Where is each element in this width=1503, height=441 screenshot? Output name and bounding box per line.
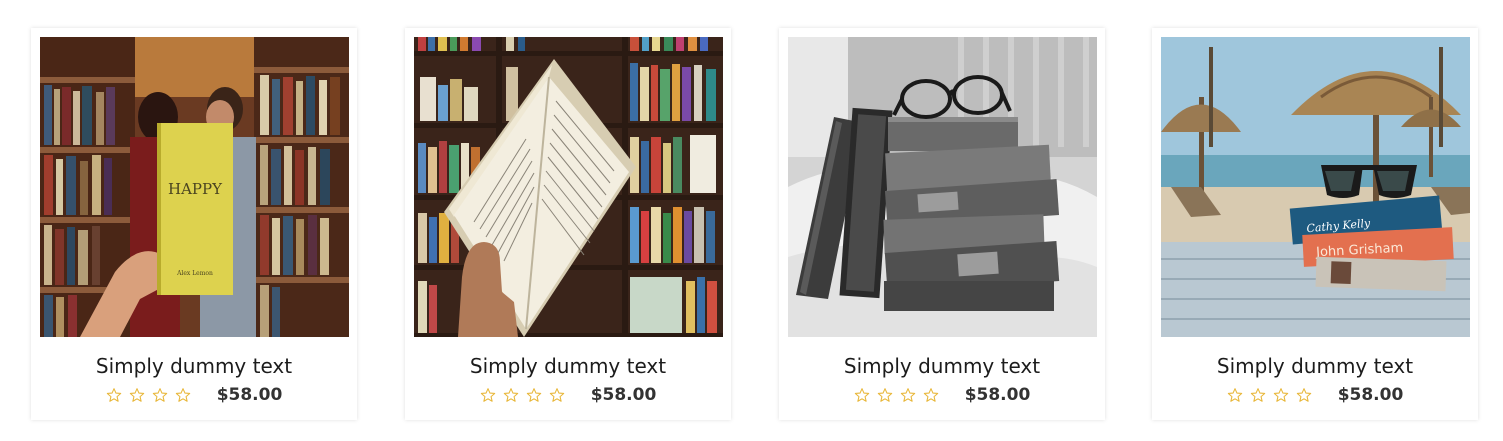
product-price: $58.00 [216,385,283,405]
star-outline-icon[interactable] [900,387,916,403]
product-title[interactable]: Simply dummy text [405,354,731,378]
rating-stars[interactable] [480,387,565,403]
product-image[interactable]: HAPPY Alex Lemon [40,37,349,337]
product-card[interactable]: Simply dummy text $58.00 [779,28,1105,420]
star-outline-icon[interactable] [1296,387,1312,403]
product-price: $58.00 [590,385,657,405]
star-outline-icon[interactable] [175,387,191,403]
star-outline-icon[interactable] [129,387,145,403]
product-title[interactable]: Simply dummy text [1152,354,1478,378]
rating-stars[interactable] [854,387,939,403]
rating-stars[interactable] [106,387,191,403]
product-image[interactable]: Cathy Kelly John Grisham [1161,37,1470,337]
product-card[interactable]: Cathy Kelly John Grisham Simply dummy te… [1152,28,1478,420]
star-outline-icon[interactable] [1273,387,1289,403]
rating-stars[interactable] [1227,387,1312,403]
product-price: $58.00 [964,385,1031,405]
book-cover-title: HAPPY [168,180,223,198]
product-card[interactable]: HAPPY Alex Lemon Simply dummy text $58.0… [31,28,357,420]
star-outline-icon[interactable] [526,387,542,403]
product-title[interactable]: Simply dummy text [31,354,357,378]
product-image[interactable] [414,37,723,337]
beach-books-image: Cathy Kelly John Grisham [1161,37,1470,337]
couple-reading-image: HAPPY Alex Lemon [40,37,349,337]
book-cover-author: Alex Lemon [176,270,213,277]
book-stack-glasses-image [788,37,1097,337]
product-card[interactable]: Simply dummy text $58.00 [405,28,731,420]
star-outline-icon[interactable] [877,387,893,403]
star-outline-icon[interactable] [923,387,939,403]
star-outline-icon[interactable] [549,387,565,403]
open-book-image [414,37,723,337]
star-outline-icon[interactable] [1250,387,1266,403]
star-outline-icon[interactable] [106,387,122,403]
product-title[interactable]: Simply dummy text [779,354,1105,378]
star-outline-icon[interactable] [854,387,870,403]
product-image[interactable] [788,37,1097,337]
star-outline-icon[interactable] [1227,387,1243,403]
star-outline-icon[interactable] [480,387,496,403]
star-outline-icon[interactable] [152,387,168,403]
product-price: $58.00 [1337,385,1404,405]
star-outline-icon[interactable] [503,387,519,403]
